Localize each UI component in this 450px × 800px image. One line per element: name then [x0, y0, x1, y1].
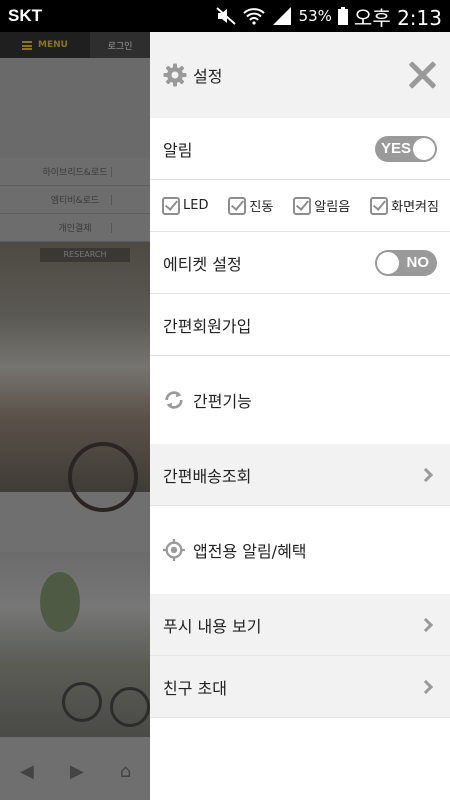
invite-friend-item[interactable]: 친구 초대: [150, 656, 450, 718]
background-nav: ◀ ▶ ⌂: [0, 742, 150, 800]
drawer-header: 설정: [150, 32, 450, 118]
toggle-knob: [413, 137, 435, 160]
notification-label: 알림: [163, 140, 193, 160]
close-icon[interactable]: [407, 60, 437, 90]
notification-toggle-text: YES: [381, 139, 412, 157]
background-link: 하이브리드&로드: [0, 158, 150, 186]
easy-functions-section: 간편기능: [150, 356, 450, 444]
background-logo-area: [0, 58, 150, 158]
app-benefits-label: 앱전용 알림/혜택: [193, 542, 307, 561]
hamburger-icon: [22, 40, 33, 50]
etiquette-label: 에티켓 설정: [163, 254, 242, 274]
checkbox-icon: [162, 196, 180, 215]
signal-icon: [272, 7, 291, 25]
app-benefits-section: 앱전용 알림/혜택: [150, 506, 450, 594]
etiquette-toggle-text: NO: [406, 253, 430, 271]
status-icons: 53% 오후 2:13: [215, 2, 442, 31]
status-bar: SKT 53% 오후 2:13: [0, 0, 450, 32]
background-photo: [0, 552, 150, 737]
background-sign: RESEARCH: [40, 248, 130, 262]
checkbox-icon: [293, 196, 312, 215]
chevron-right-icon: [418, 679, 434, 694]
easy-signup-item[interactable]: 간편회원가입: [150, 294, 450, 356]
chevron-right-icon: [418, 617, 434, 632]
invite-friend-label: 친구 초대: [163, 678, 227, 698]
background-menu-label: MENU: [38, 40, 68, 50]
home-icon: ⌂: [119, 760, 132, 782]
clock: 오후 2:13: [353, 5, 442, 30]
background-links: 하이브리드&로드 엠티비&로드 개인결제: [0, 158, 150, 242]
checkbox-icon: [370, 196, 389, 215]
drawer-title: 설정: [193, 67, 223, 86]
etiquette-row: 에티켓 설정 NO: [150, 232, 450, 294]
led-checkbox[interactable]: LED: [162, 196, 209, 215]
background-menu-button: MENU: [0, 32, 90, 58]
mute-icon: [215, 7, 236, 25]
delivery-tracking-item[interactable]: 간편배송조회: [150, 444, 450, 506]
toggle-knob: [377, 251, 399, 274]
carrier-label: SKT: [8, 6, 42, 25]
notification-options: LED 진동 알림음 화면켜짐: [150, 180, 450, 232]
gear-icon: [163, 63, 187, 87]
background-banner-image: RESEARCH: [0, 242, 150, 512]
checkbox-label: 진동: [249, 200, 274, 215]
bicycle-wheel: [68, 442, 138, 512]
chevron-right-icon: [418, 467, 434, 482]
delivery-tracking-label: 간편배송조회: [163, 466, 252, 486]
notification-toggle[interactable]: YES: [375, 135, 437, 162]
refresh-icon: [165, 391, 183, 409]
push-view-item[interactable]: 푸시 내용 보기: [150, 594, 450, 656]
forward-arrow-icon: ▶: [69, 760, 84, 782]
settings-drawer: 설정 알림 YES LED 진동 알림음 화면켜짐 에티켓 설정 NO 간편회원…: [150, 32, 450, 800]
checkbox-label: LED: [183, 198, 209, 213]
etiquette-toggle[interactable]: NO: [375, 249, 437, 276]
checkbox-label: 화면켜짐: [391, 200, 439, 215]
screen-on-checkbox[interactable]: 화면켜짐: [370, 196, 439, 215]
push-view-label: 푸시 내용 보기: [163, 616, 262, 636]
vibration-checkbox[interactable]: 진동: [228, 196, 273, 215]
background-topbar: MENU 로그인: [0, 32, 150, 58]
background-link: 엠티비&로드: [0, 186, 150, 214]
wifi-icon: [242, 8, 265, 25]
battery-icon: [337, 7, 348, 25]
checkbox-label: 알림음: [314, 200, 351, 215]
background-page: MENU 로그인 하이브리드&로드 엠티비&로드 개인결제 RESEARCH ◀…: [0, 32, 150, 800]
battery-percent: 53%: [298, 7, 332, 25]
sound-checkbox[interactable]: 알림음: [293, 196, 350, 215]
back-arrow-icon: ◀: [20, 760, 34, 782]
background-link: 개인결제: [0, 214, 150, 242]
easy-functions-label: 간편기능: [193, 392, 252, 411]
target-icon: [163, 539, 185, 561]
checkbox-icon: [228, 196, 247, 215]
notification-row: 알림 YES: [150, 118, 450, 180]
easy-signup-label: 간편회원가입: [163, 316, 252, 336]
background-login-button: 로그인: [90, 32, 150, 58]
